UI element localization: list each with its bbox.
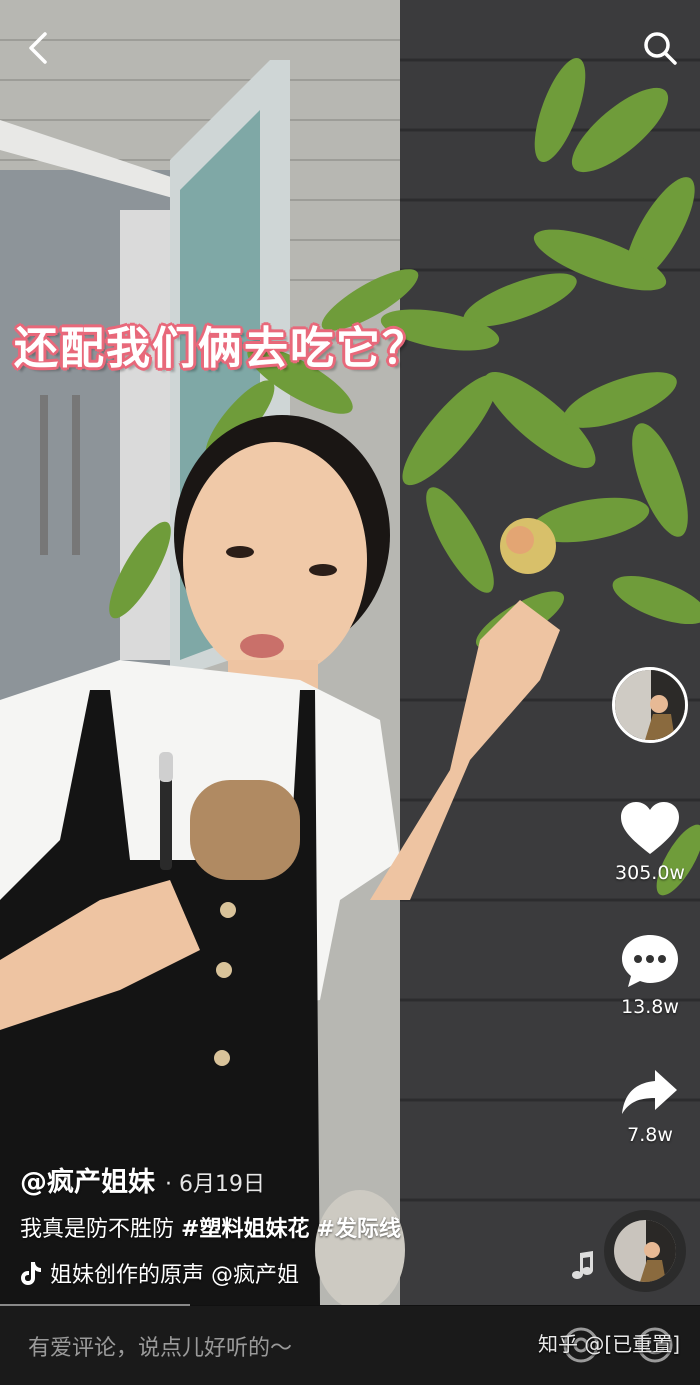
disc-cover-image bbox=[614, 1220, 676, 1282]
post-date: · 6月19日 bbox=[165, 1172, 265, 1197]
author-avatar[interactable] bbox=[612, 667, 688, 743]
source-watermark: 知乎 @[已重置] bbox=[538, 1332, 680, 1356]
music-title: 姐妹创作的原声 @疯产姐 bbox=[50, 1263, 299, 1288]
back-button[interactable] bbox=[14, 24, 62, 72]
description-text: 我真是防不胜防 bbox=[20, 1217, 175, 1242]
like-count: 305.0w bbox=[615, 862, 685, 884]
comment-icon[interactable] bbox=[619, 932, 681, 990]
avatar-image bbox=[615, 670, 685, 740]
search-icon bbox=[644, 32, 677, 65]
share-count: 7.8w bbox=[627, 1124, 673, 1146]
music-disc[interactable] bbox=[604, 1210, 686, 1292]
tiktok-logo-icon bbox=[21, 1262, 41, 1285]
share-action[interactable]: 7.8w bbox=[612, 1066, 688, 1146]
comment-action[interactable]: 13.8w bbox=[612, 932, 688, 1018]
music-note-icon bbox=[572, 1251, 593, 1279]
search-button[interactable] bbox=[636, 24, 684, 72]
video-caption-overlay: 还配我们俩去吃它？ bbox=[14, 323, 428, 374]
post-info: @疯产姐妹 · 6月19日 我真是防不胜防 #塑料姐妹花 #发际线 姐妹创作的原… bbox=[20, 1160, 540, 1289]
comment-bar: 有爱评论，说点儿好听的～ 知乎 @[已重置] bbox=[0, 1306, 700, 1385]
heart-icon[interactable] bbox=[619, 800, 681, 856]
video-frame[interactable] bbox=[0, 0, 700, 1305]
share-icon[interactable] bbox=[619, 1066, 681, 1118]
comment-input[interactable]: 有爱评论，说点儿好听的～ bbox=[28, 1330, 292, 1362]
music-info[interactable]: 姐妹创作的原声 @疯产姐 bbox=[20, 1257, 390, 1289]
comment-count: 13.8w bbox=[621, 996, 679, 1018]
hashtag-link[interactable]: #发际线 bbox=[316, 1217, 400, 1242]
back-icon bbox=[29, 32, 47, 64]
hashtag-link[interactable]: #塑料姐妹花 bbox=[181, 1217, 309, 1242]
author-name[interactable]: @疯产姐妹 bbox=[20, 1160, 155, 1199]
like-action[interactable]: 305.0w bbox=[612, 800, 688, 884]
post-description: 我真是防不胜防 #塑料姐妹花 #发际线 bbox=[20, 1211, 540, 1243]
video-scene bbox=[0, 0, 700, 1305]
